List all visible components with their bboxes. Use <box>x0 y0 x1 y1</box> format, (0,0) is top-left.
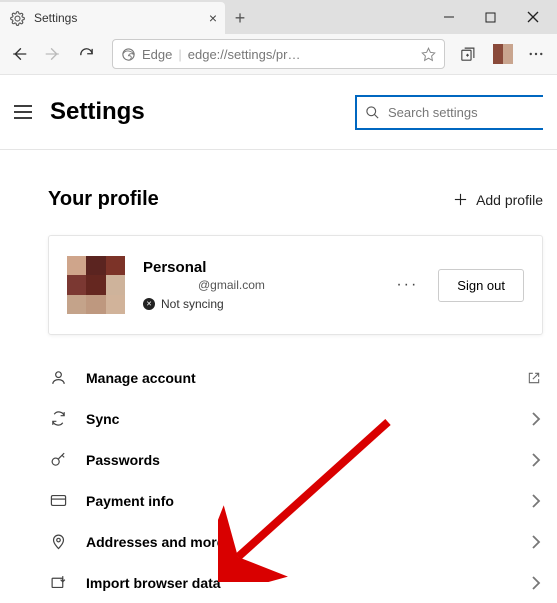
profile-info: Personal @gmail.com Not syncing <box>143 259 378 311</box>
collections-icon <box>459 46 476 63</box>
profile-name: Personal <box>143 259 378 276</box>
settings-item-label: Addresses and more <box>86 534 513 550</box>
collections-button[interactable] <box>459 46 479 63</box>
close-window-button[interactable] <box>527 11 545 23</box>
chevron-right-icon <box>531 494 541 508</box>
edge-logo-icon <box>121 47 136 62</box>
address-separator: | <box>178 47 181 62</box>
chevron-right-icon <box>531 412 541 426</box>
tab-settings[interactable]: Settings × <box>0 2 225 34</box>
star-icon <box>421 47 436 62</box>
sync-icon <box>50 410 68 427</box>
plus-icon <box>453 192 468 207</box>
settings-item-passwords[interactable]: Passwords <box>48 439 543 480</box>
location-icon <box>50 533 68 550</box>
new-tab-button[interactable]: + <box>225 2 255 34</box>
toolbar-avatar[interactable] <box>493 44 513 64</box>
chevron-right-icon <box>531 535 541 549</box>
ellipsis-icon <box>527 45 545 63</box>
hamburger-icon <box>14 105 32 119</box>
key-icon <box>50 451 68 468</box>
chevron-right-icon <box>531 576 541 590</box>
settings-item-sync[interactable]: Sync <box>48 398 543 439</box>
maximize-icon <box>485 12 496 23</box>
back-button[interactable] <box>10 45 30 63</box>
maximize-button[interactable] <box>485 12 503 23</box>
address-bar[interactable]: Edge | edge://settings/pr… <box>112 39 445 69</box>
chevron-right-icon <box>531 453 541 467</box>
minimize-button[interactable] <box>443 11 461 23</box>
person-icon <box>50 369 68 386</box>
browser-toolbar: Edge | edge://settings/pr… <box>0 34 557 75</box>
forward-button[interactable] <box>44 45 64 63</box>
settings-header: Settings <box>0 75 557 150</box>
settings-content: Your profile Add profile Personal @gmail… <box>0 150 557 603</box>
sign-out-button[interactable]: Sign out <box>438 269 524 302</box>
refresh-button[interactable] <box>78 46 98 63</box>
favorite-button[interactable] <box>421 47 436 62</box>
search-input[interactable] <box>388 105 535 120</box>
search-icon <box>365 105 380 120</box>
tab-close-button[interactable]: × <box>209 10 217 26</box>
profile-actions: ··· Sign out <box>396 269 524 302</box>
add-profile-button[interactable]: Add profile <box>453 192 543 208</box>
profile-avatar <box>67 256 125 314</box>
settings-item-payment-info[interactable]: Payment info <box>48 480 543 521</box>
sync-off-icon <box>143 298 155 310</box>
settings-item-addresses[interactable]: Addresses and more <box>48 521 543 562</box>
profile-card: Personal @gmail.com Not syncing ··· Sign… <box>48 235 543 335</box>
profile-section-header: Your profile Add profile <box>48 188 543 211</box>
settings-item-label: Passwords <box>86 452 513 468</box>
address-brand: Edge <box>142 47 172 62</box>
settings-item-import-data[interactable]: Import browser data <box>48 562 543 603</box>
profile-email: @gmail.com <box>198 278 378 292</box>
settings-item-manage-account[interactable]: Manage account <box>48 357 543 398</box>
arrow-right-icon <box>44 45 62 63</box>
credit-card-icon <box>50 492 68 509</box>
refresh-icon <box>78 46 95 63</box>
settings-item-label: Payment info <box>86 493 513 509</box>
more-menu-button[interactable] <box>527 45 547 63</box>
page-title: Settings <box>50 98 337 126</box>
minimize-icon <box>443 11 455 23</box>
settings-item-label: Sync <box>86 411 513 427</box>
address-url: edge://settings/pr… <box>188 47 415 62</box>
profile-sync-status: Not syncing <box>143 297 378 311</box>
close-icon <box>527 11 539 23</box>
search-container <box>355 95 543 130</box>
add-profile-label: Add profile <box>476 192 543 208</box>
settings-list: Manage account Sync Passwords <box>48 357 543 603</box>
external-link-icon <box>527 371 541 385</box>
tab-strip: Settings × + <box>0 0 255 34</box>
sync-status-label: Not syncing <box>161 297 224 311</box>
import-icon <box>50 574 68 591</box>
profile-more-button[interactable]: ··· <box>396 276 418 294</box>
profile-section-title: Your profile <box>48 188 453 211</box>
menu-toggle-button[interactable] <box>14 105 32 119</box>
tab-title: Settings <box>34 11 77 25</box>
gear-icon <box>10 11 26 26</box>
settings-item-label: Manage account <box>86 370 509 386</box>
arrow-left-icon <box>10 45 28 63</box>
settings-item-label: Import browser data <box>86 575 513 591</box>
